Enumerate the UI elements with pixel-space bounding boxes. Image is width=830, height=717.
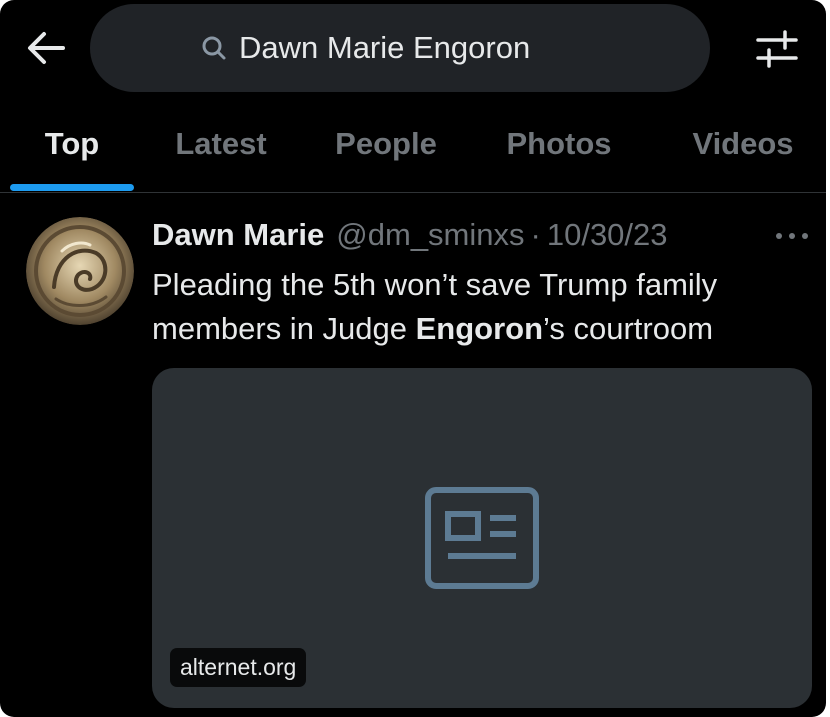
author-name[interactable]: Dawn Marie [152,217,324,253]
link-card[interactable]: alternet.org [152,368,812,708]
card-domain-label: alternet.org [170,648,307,687]
avatar[interactable] [26,217,134,325]
search-tabs: Top Latest People Photos Videos [0,108,826,193]
sliders-icon [756,30,798,68]
tweet-text-part: ’s courtroom [543,311,714,346]
article-icon [425,487,539,589]
tab-people[interactable]: People [312,108,460,192]
app-screen: Top Latest People Photos Videos [0,0,826,717]
tweet-header: Dawn Marie @dm_sminxs · 10/30/23 [152,217,668,257]
arrow-left-icon [28,32,65,64]
tab-top[interactable]: Top [10,108,134,192]
tweet-text-highlight: Engoron [415,311,544,346]
back-button[interactable] [22,24,70,72]
tweet-date[interactable]: 10/30/23 [547,217,668,253]
author-handle[interactable]: @dm_sminxs [336,217,524,253]
more-options-button[interactable] [772,221,812,251]
tab-photos[interactable]: Photos [484,108,634,192]
tweet[interactable]: Dawn Marie @dm_sminxs · 10/30/23 Pleadin… [0,193,826,717]
tab-latest[interactable]: Latest [150,108,292,192]
search-header [0,0,826,100]
search-input[interactable] [239,30,599,66]
search-filter-button[interactable] [750,24,804,74]
tweet-text: Pleading the 5th won’t save Trump family… [152,263,820,351]
search-icon [201,35,227,61]
separator-dot: · [530,217,541,252]
search-box[interactable] [90,4,710,92]
active-tab-indicator [10,184,134,191]
more-dots-icon [776,233,808,239]
tab-videos[interactable]: Videos [668,108,818,192]
